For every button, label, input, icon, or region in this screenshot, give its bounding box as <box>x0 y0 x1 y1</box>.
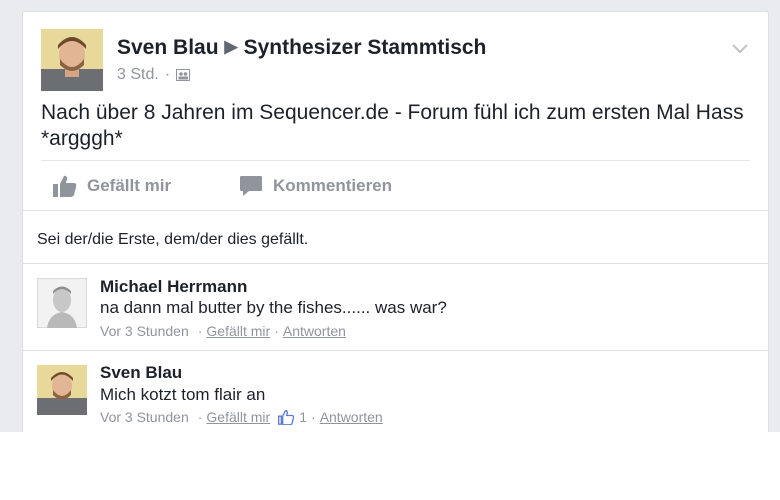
comment-like-link[interactable]: Gefällt mir <box>206 323 270 339</box>
thumbs-up-icon <box>53 175 77 197</box>
arrow-right-icon: ▶ <box>224 37 238 56</box>
meta-separator: · <box>164 66 171 83</box>
commenter-avatar[interactable] <box>37 278 87 328</box>
comment-bubble-icon <box>240 176 262 196</box>
comment-meta: Vor 3 Stunden · Gefällt mir 1 · Antworte… <box>100 409 383 425</box>
post-text: Nach über 8 Jahren im Sequencer.de - For… <box>41 101 744 150</box>
post-time[interactable]: 3 Std. <box>117 66 159 84</box>
author-avatar[interactable] <box>41 29 103 91</box>
like-label: Gefällt mir <box>87 176 172 195</box>
comment-meta: Vor 3 Stunden · Gefällt mir · Antworten <box>100 323 346 339</box>
comment-text: Mich kotzt tom flair an <box>100 385 266 404</box>
meta-separator: · <box>274 323 279 339</box>
meta-separator: · <box>197 323 203 339</box>
comment-time[interactable]: Vor 3 Stunden <box>100 409 189 425</box>
group-audience-icon <box>176 69 191 81</box>
author-name[interactable]: Sven Blau <box>117 36 219 59</box>
comment-label: Kommentieren <box>273 176 393 195</box>
comment-text: na dann mal butter by the fishes...... w… <box>100 298 447 317</box>
comment-time[interactable]: Vor 3 Stunden <box>100 323 189 339</box>
post-meta: 3 Std. · <box>117 66 191 84</box>
post-card: Sven Blau ▶ Synthesizer Stammtisch 3 Std. … <box>22 11 769 434</box>
comment-like-count[interactable]: 1 <box>299 409 307 425</box>
comment-reply-link[interactable]: Antworten <box>320 409 383 425</box>
comment-reply-link[interactable]: Antworten <box>283 323 346 339</box>
post-header: Sven Blau ▶ Synthesizer Stammtisch <box>117 36 486 60</box>
comment-like-link[interactable]: Gefällt mir <box>206 409 270 425</box>
meta-separator: · <box>197 409 203 425</box>
thumbs-up-icon <box>278 409 295 425</box>
comment-author[interactable]: Michael Herrmann <box>100 277 247 297</box>
comment-button[interactable]: Kommentieren <box>239 175 392 197</box>
likes-summary: Sei der/die Erste, dem/der dies gefällt. <box>37 231 309 248</box>
chevron-down-icon[interactable] <box>732 41 748 57</box>
like-button[interactable]: Gefällt mir <box>53 175 171 197</box>
group-name[interactable]: Synthesizer Stammtisch <box>244 36 487 59</box>
commenter-avatar[interactable] <box>37 365 87 415</box>
comment-author[interactable]: Sven Blau <box>100 363 182 383</box>
divider <box>41 160 750 161</box>
meta-separator: · <box>311 409 316 425</box>
